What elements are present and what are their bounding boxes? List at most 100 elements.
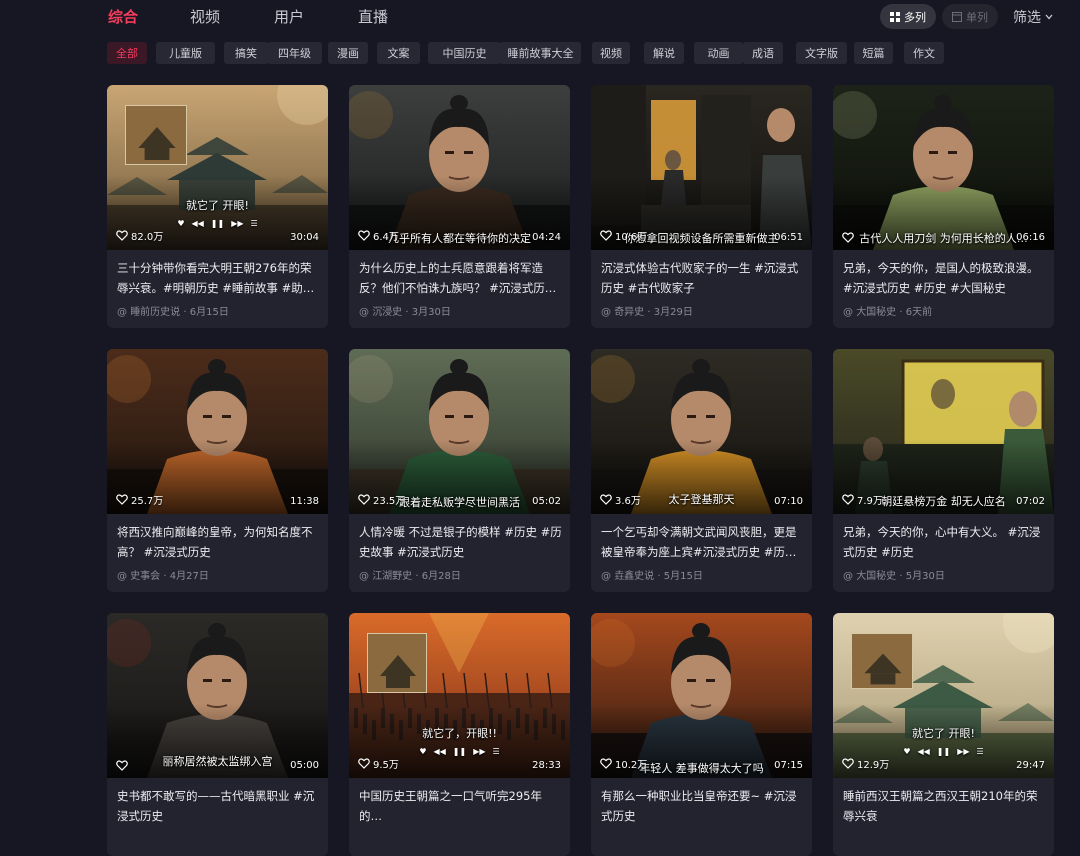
like-count-value: 3.6万 bbox=[615, 496, 641, 507]
filter-chip[interactable]: 动画 bbox=[694, 42, 743, 64]
publish-date: 6天前 bbox=[905, 307, 933, 318]
video-thumbnail[interactable]: 朝廷悬榜万金 却无人应名 7.9万 07:02 bbox=[833, 349, 1054, 514]
playlist-icon: ☰ bbox=[250, 218, 258, 228]
video-card[interactable]: 25.7万 11:38 将西汉推向巅峰的皇帝，为何知名度不高？ #沉浸式历史 @ 史事… bbox=[107, 349, 328, 592]
author-name[interactable]: 沉浸史 bbox=[372, 307, 402, 318]
author-name[interactable]: 大国秘史 bbox=[856, 307, 896, 318]
single-column-icon bbox=[952, 11, 962, 22]
author-name[interactable]: 睡前历史说 bbox=[130, 307, 180, 318]
heart-outline-icon bbox=[116, 760, 128, 771]
video-thumbnail[interactable]: 你想拿回视频设备所需重新做主 10.6万 06:51 bbox=[591, 85, 812, 250]
video-thumbnail[interactable]: 就它了 开眼! ♥ ◀◀ ❚❚ ▶▶ ☰ 82.0万 30:04 bbox=[107, 85, 328, 250]
filter-chip[interactable]: 成语 bbox=[743, 42, 783, 64]
meta-separator: · bbox=[896, 307, 906, 318]
meta-separator: · bbox=[644, 307, 654, 318]
video-meta: @ 史事会 · 4月27日 bbox=[117, 567, 209, 582]
publish-date: 3月30日 bbox=[411, 307, 451, 318]
video-thumbnail[interactable]: 几乎所有人都在等待你的决定 6.4万 04:24 bbox=[349, 85, 570, 250]
filter-chip[interactable]: 解说 bbox=[644, 42, 684, 64]
thumbnail-art bbox=[349, 85, 570, 250]
multi-column-button[interactable]: 多列 bbox=[880, 4, 936, 29]
author-name[interactable]: 江湖野史 bbox=[372, 571, 412, 582]
playlist-icon: ☰ bbox=[492, 746, 500, 756]
at-icon: @ bbox=[117, 307, 131, 318]
video-title[interactable]: 三十分钟带你看完大明王朝276年的荣辱兴衰。#明朝历史 #睡前故事 #助… bbox=[117, 258, 320, 298]
video-meta: @ 奇异史 · 3月29日 bbox=[601, 303, 693, 318]
video-title[interactable]: 中国历史王朝篇之一口气听完295年的… bbox=[359, 786, 562, 826]
heart-outline-icon bbox=[358, 758, 370, 769]
filter-button[interactable]: 筛选 bbox=[1013, 7, 1053, 27]
video-card[interactable]: 就它了，开眼!! ♥ ◀◀ ❚❚ ▶▶ ☰ 9.5万 28:33 中国历史王朝篇之一口… bbox=[349, 613, 570, 856]
video-title[interactable]: 有那么一种职业比当皇帝还要~ #沉浸式历史 bbox=[601, 786, 804, 826]
thumbnail-art bbox=[833, 85, 1054, 250]
filter-chip[interactable]: 搞笑 bbox=[224, 42, 268, 64]
video-title[interactable]: 睡前西汉王朝篇之西汉王朝210年的荣辱兴衰 bbox=[843, 786, 1046, 826]
filter-chip[interactable]: 视频 bbox=[592, 42, 630, 64]
video-thumbnail[interactable]: 丽称居然被太监绑入宫 05:00 bbox=[107, 613, 328, 778]
video-card[interactable]: 几乎所有人都在等待你的决定 6.4万 04:24 为什么历史上的士兵愿意跟着将军造反… bbox=[349, 85, 570, 328]
publish-date: 6月15日 bbox=[189, 307, 229, 318]
video-card[interactable]: 就它了 开眼! ♥ ◀◀ ❚❚ ▶▶ ☰ 82.0万 30:04 三十分钟带你看完大明… bbox=[107, 85, 328, 328]
publish-date: 6月28日 bbox=[421, 571, 461, 582]
tab-users[interactable]: 用户 bbox=[274, 6, 304, 27]
tab-comprehensive[interactable]: 综合 bbox=[108, 6, 138, 27]
single-column-button[interactable]: 单列 bbox=[942, 4, 998, 29]
tab-live[interactable]: 直播 bbox=[358, 6, 388, 27]
filter-chip[interactable]: 短篇 bbox=[854, 42, 893, 64]
video-card[interactable]: 古代人人用刀剑 为何用长枪的人… 06:16 兄弟，今天的你，是国人的极致浪漫。#… bbox=[833, 85, 1054, 328]
video-title[interactable]: 人情冷暖 不过是银子的模样 #历史 #历史故事 #沉浸式历史 bbox=[359, 522, 562, 562]
like-count: 6.4万 bbox=[358, 228, 399, 243]
video-thumbnail[interactable]: 就它了 开眼! ♥ ◀◀ ❚❚ ▶▶ ☰ 12.9万 29:47 bbox=[833, 613, 1054, 778]
author-name[interactable]: 大国秘史 bbox=[856, 571, 896, 582]
tab-video[interactable]: 视频 bbox=[190, 6, 220, 27]
video-thumbnail[interactable]: 太子登基那天 3.6万 07:10 bbox=[591, 349, 812, 514]
video-thumbnail[interactable]: 就它了，开眼!! ♥ ◀◀ ❚❚ ▶▶ ☰ 9.5万 28:33 bbox=[349, 613, 570, 778]
filter-chip[interactable]: 全部 bbox=[107, 42, 147, 64]
filter-chip[interactable]: 文字版 bbox=[796, 42, 847, 64]
filter-chip[interactable]: 中国历史 bbox=[428, 42, 501, 64]
video-card[interactable]: 就它了 开眼! ♥ ◀◀ ❚❚ ▶▶ ☰ 12.9万 29:47 睡前西汉王朝篇之西汉… bbox=[833, 613, 1054, 856]
video-title[interactable]: 兄弟，今天的你，心中有大义。 #沉浸式历史 #历史 bbox=[843, 522, 1046, 562]
video-card[interactable]: 你想拿回视频设备所需重新做主 10.6万 06:51 沉浸式体验古代败家子的一生 #… bbox=[591, 85, 812, 328]
thumbnail-inset-image bbox=[367, 633, 427, 693]
filter-chip[interactable]: 睡前故事大全 bbox=[500, 42, 581, 64]
author-name[interactable]: 奇异史 bbox=[614, 307, 644, 318]
video-title[interactable]: 为什么历史上的士兵愿意跟着将军造反？他们不怕诛九族吗？ #沉浸式历… bbox=[359, 258, 562, 298]
filter-chip[interactable]: 作文 bbox=[904, 42, 944, 64]
filter-chip[interactable]: 儿童版 bbox=[156, 42, 215, 64]
video-thumbnail[interactable]: 跟着走私贩学尽世间黑活 23.5万 05:02 bbox=[349, 349, 570, 514]
like-count: 9.5万 bbox=[358, 756, 399, 771]
author-name[interactable]: 垚鑫史说 bbox=[614, 571, 654, 582]
rewind-icon: ◀◀ bbox=[917, 746, 930, 756]
video-thumbnail[interactable]: 25.7万 11:38 bbox=[107, 349, 328, 514]
like-count-value: 82.0万 bbox=[131, 232, 164, 243]
video-title[interactable]: 史书都不敢写的——古代暗黑职业 #沉浸式历史 bbox=[117, 786, 320, 826]
video-thumbnail[interactable]: 年轻人 差事做得太大了吗 10.2万 07:15 bbox=[591, 613, 812, 778]
thumbnail-art bbox=[591, 349, 812, 514]
video-card[interactable]: 年轻人 差事做得太大了吗 10.2万 07:15 有那么一种职业比当皇帝还要~ #沉… bbox=[591, 613, 812, 856]
forward-icon: ▶▶ bbox=[957, 746, 970, 756]
like-count: 10.2万 bbox=[600, 756, 647, 771]
filter-label: 筛选 bbox=[1013, 10, 1041, 26]
like-count-value: 25.7万 bbox=[131, 496, 164, 507]
video-title[interactable]: 将西汉推向巅峰的皇帝，为何知名度不高？ #沉浸式历史 bbox=[117, 522, 320, 562]
at-icon: @ bbox=[843, 571, 857, 582]
video-thumbnail[interactable]: 古代人人用刀剑 为何用长枪的人… 06:16 bbox=[833, 85, 1054, 250]
filter-chip[interactable]: 漫画 bbox=[328, 42, 368, 64]
like-count: 25.7万 bbox=[116, 492, 163, 507]
video-meta: @ 江湖野史 · 6月28日 bbox=[359, 567, 461, 582]
video-duration: 07:15 bbox=[774, 760, 803, 771]
pause-icon: ❚❚ bbox=[452, 746, 467, 756]
video-card[interactable]: 丽称居然被太监绑入宫 05:00 史书都不敢写的——古代暗黑职业 #沉浸式历史 bbox=[107, 613, 328, 856]
video-card[interactable]: 朝廷悬榜万金 却无人应名 7.9万 07:02 兄弟，今天的你，心中有大义。 #沉浸… bbox=[833, 349, 1054, 592]
heart-outline-icon bbox=[600, 230, 612, 241]
filter-chip[interactable]: 文案 bbox=[377, 42, 420, 64]
thumbnail-inset-image bbox=[125, 105, 187, 165]
video-card[interactable]: 太子登基那天 3.6万 07:10 一个乞丐却令满朝文武闻风丧胆，更是被皇帝奉为座上… bbox=[591, 349, 812, 592]
video-title[interactable]: 沉浸式体验古代败家子的一生 #沉浸式历史 #古代败家子 bbox=[601, 258, 804, 298]
video-title[interactable]: 兄弟，今天的你，是国人的极致浪漫。#沉浸式历史 #历史 #大国秘史 bbox=[843, 258, 1046, 298]
video-title[interactable]: 一个乞丐却令满朝文武闻风丧胆，更是被皇帝奉为座上宾#沉浸式历史 #历… bbox=[601, 522, 804, 562]
filter-chip[interactable]: 四年级 bbox=[267, 42, 322, 64]
video-card[interactable]: 跟着走私贩学尽世间黑活 23.5万 05:02 人情冷暖 不过是银子的模样 #历史 … bbox=[349, 349, 570, 592]
author-name[interactable]: 史事会 bbox=[130, 571, 160, 582]
